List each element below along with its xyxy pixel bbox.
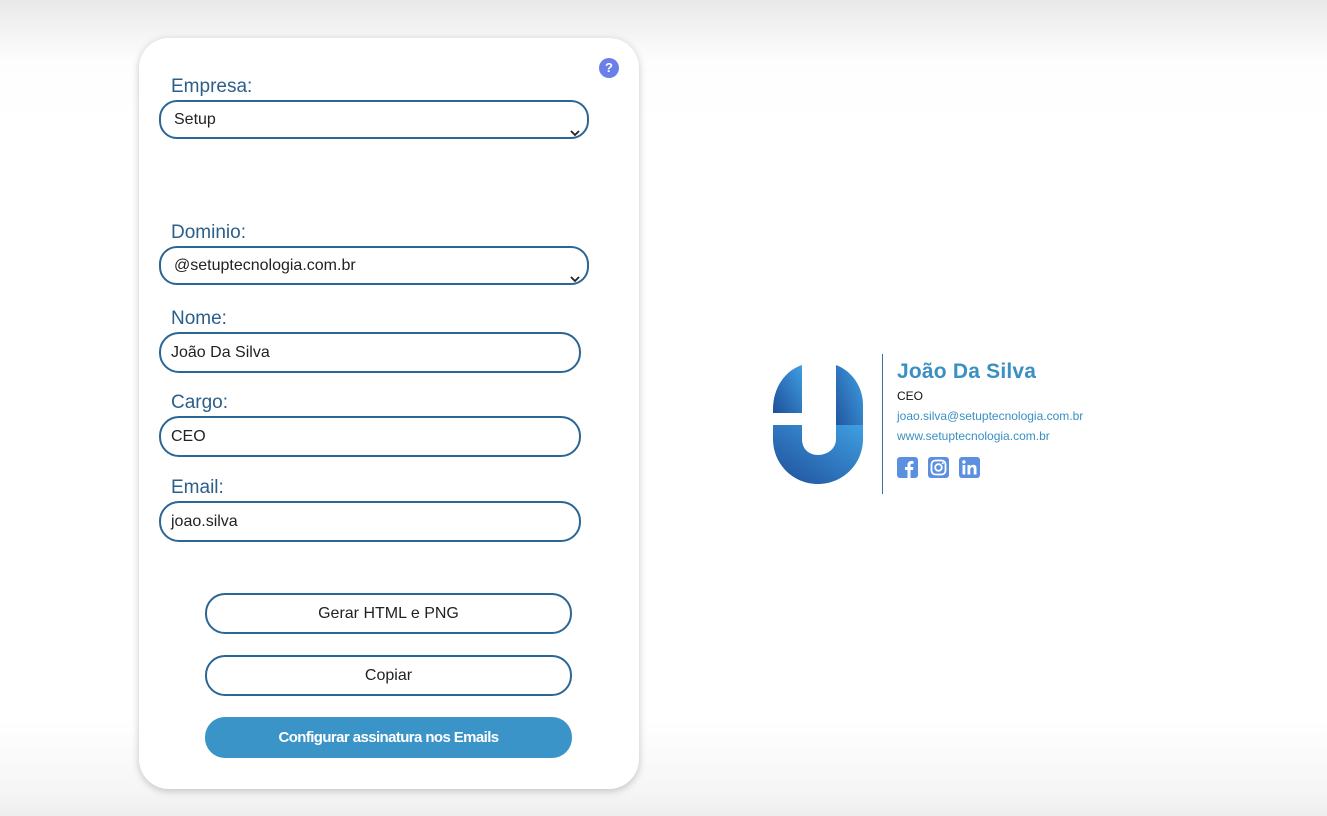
empresa-select[interactable]: Setup	[159, 100, 589, 139]
nome-label: Nome:	[171, 308, 227, 329]
gerar-html-png-button[interactable]: Gerar HTML e PNG	[205, 593, 572, 634]
configurar-assinatura-button[interactable]: Configurar assinatura nos Emails	[205, 717, 572, 758]
nome-input[interactable]: João Da Silva	[159, 332, 581, 373]
signature-name: João Da Silva	[897, 360, 1037, 383]
chevron-down-icon	[570, 115, 580, 150]
email-input[interactable]: joao.silva	[159, 501, 581, 542]
copiar-button[interactable]: Copiar	[205, 655, 572, 696]
signature-divider	[882, 354, 883, 494]
empresa-label: Empresa:	[171, 76, 253, 97]
linkedin-icon[interactable]	[959, 457, 980, 478]
dominio-selected-value: @setuptecnologia.com.br	[174, 257, 356, 274]
facebook-icon[interactable]	[897, 457, 918, 478]
chevron-down-icon	[570, 261, 580, 296]
dominio-select[interactable]: @setuptecnologia.com.br	[159, 246, 589, 285]
empresa-selected-value: Setup	[174, 111, 216, 128]
help-button[interactable]: ?	[599, 58, 619, 78]
dominio-label: Dominio:	[171, 222, 246, 243]
cargo-label: Cargo:	[171, 392, 229, 413]
setup-logo	[770, 363, 866, 492]
email-label: Email:	[171, 477, 224, 498]
signature-website[interactable]: www.setuptecnologia.com.br	[897, 429, 1050, 443]
signature-email[interactable]: joao.silva@setuptecnologia.com.br	[897, 409, 1083, 423]
signature-form-card: ? Empresa: Setup Dominio: @setuptecnolog…	[139, 38, 639, 789]
instagram-icon[interactable]	[928, 457, 949, 478]
signature-role: CEO	[897, 389, 924, 403]
cargo-input[interactable]: CEO	[159, 416, 581, 457]
